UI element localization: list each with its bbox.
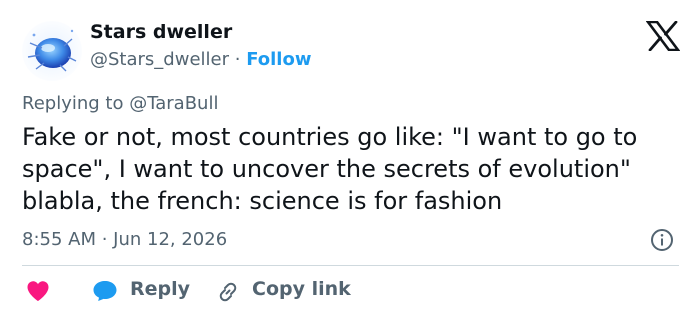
- replying-to-line: Replying to @TaraBull: [22, 93, 218, 114]
- heart-icon[interactable]: [26, 280, 50, 302]
- avatar-image: [22, 21, 82, 81]
- author-handle-line: @Stars_dweller · Follow: [90, 49, 311, 70]
- link-icon: [219, 282, 237, 302]
- tweet-timestamp[interactable]: 8:55 AM · Jun 12, 2026: [22, 229, 227, 250]
- tweet-text: Fake or not, most countries go like: "I …: [22, 123, 638, 215]
- x-logo-icon[interactable]: [645, 20, 681, 52]
- replying-to-mention[interactable]: @TaraBull: [129, 93, 218, 114]
- avatar[interactable]: [22, 21, 82, 81]
- author-handle[interactable]: @Stars_dweller: [90, 49, 229, 70]
- replying-to-prefix: Replying to: [22, 93, 124, 114]
- divider: [22, 265, 679, 266]
- follow-button[interactable]: Follow: [246, 49, 311, 70]
- info-icon[interactable]: [650, 228, 674, 252]
- reply-label: Reply: [130, 278, 191, 300]
- author-name[interactable]: Stars dweller: [90, 21, 232, 43]
- copy-link-label: Copy link: [252, 278, 351, 300]
- speech-bubble-icon: [93, 281, 117, 301]
- handle-separator: ·: [234, 49, 241, 70]
